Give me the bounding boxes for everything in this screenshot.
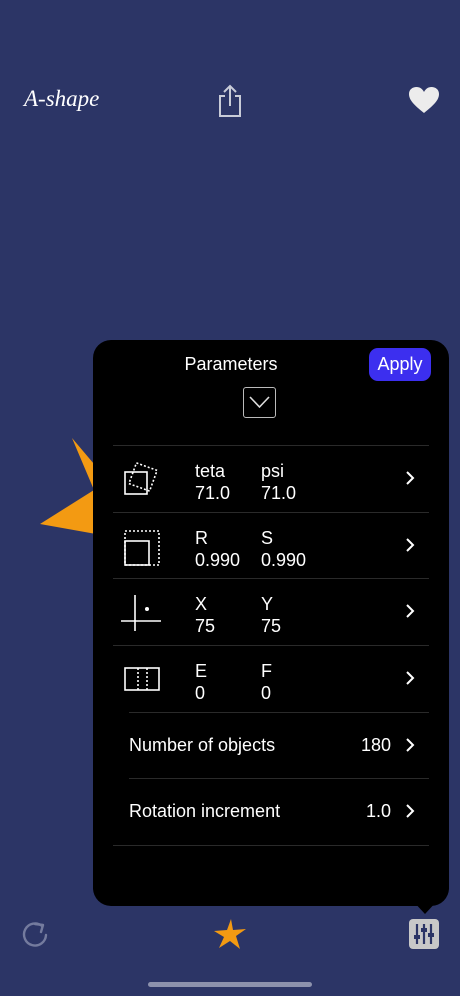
param-b-value: 71.0 [261, 483, 297, 503]
chevron-right-icon [406, 671, 415, 685]
setting-value: 1.0 [365, 801, 391, 821]
setting-label: Rotation increment [129, 801, 281, 821]
chevron-right-icon [406, 604, 415, 618]
split-rect-icon [124, 667, 160, 691]
param-a-label: X [195, 594, 208, 614]
divider [113, 845, 429, 846]
param-a: E 0 [195, 660, 207, 704]
param-b: S 0.990 [261, 527, 306, 571]
parameters-button[interactable] [409, 919, 439, 949]
apply-button[interactable]: Apply [369, 348, 431, 381]
param-b-label: psi [261, 461, 285, 481]
param-b: F 0 [261, 660, 272, 704]
panel-pointer [412, 900, 438, 914]
setting-label: Number of objects [129, 735, 276, 755]
setting-value: 180 [360, 735, 391, 755]
chevron-right-icon [406, 804, 415, 818]
star-icon[interactable] [213, 918, 247, 950]
collapse-button[interactable] [243, 387, 276, 418]
param-row-scale[interactable]: R 0.990 S 0.990 [113, 513, 429, 579]
param-b-label: F [261, 661, 272, 681]
param-a-label: teta [195, 461, 226, 481]
chevron-right-icon [406, 471, 415, 485]
param-b: psi 71.0 [261, 460, 296, 504]
rotation-squares-icon [124, 461, 159, 495]
param-a: X 75 [195, 593, 215, 637]
param-row-position[interactable]: X 75 Y 75 [113, 579, 429, 645]
axis-crosshair-icon [121, 595, 161, 631]
rotation-increment-row[interactable]: Rotation increment 1.0 [129, 779, 429, 845]
param-a: teta 71.0 [195, 460, 230, 504]
param-a-value: 75 [195, 616, 216, 636]
parameters-panel: Parameters Apply teta 71.0 psi 71.0 R 0.… [93, 340, 449, 906]
param-a-value: 71.0 [195, 483, 231, 503]
param-a-value: 0 [195, 683, 206, 703]
param-a-value: 0.990 [195, 550, 241, 570]
param-b-label: Y [261, 594, 274, 614]
param-b-label: S [261, 528, 274, 548]
refresh-icon[interactable] [20, 920, 50, 950]
chevron-right-icon [406, 738, 415, 752]
panel-title: Parameters [184, 354, 278, 374]
home-indicator [148, 982, 312, 987]
param-a: R 0.990 [195, 527, 240, 571]
sliders-icon [414, 924, 434, 944]
heart-icon[interactable] [408, 86, 440, 114]
app-title: A-shape [24, 86, 100, 111]
share-icon[interactable] [216, 84, 244, 118]
param-a-label: E [195, 661, 208, 681]
param-b: Y 75 [261, 593, 281, 637]
scale-square-icon [124, 530, 160, 566]
number-of-objects-row[interactable]: Number of objects 180 [129, 713, 429, 779]
chevron-right-icon [406, 538, 415, 552]
param-b-value: 75 [261, 616, 282, 636]
param-row-angles[interactable]: teta 71.0 psi 71.0 [113, 446, 429, 512]
param-a-label: R [195, 528, 208, 548]
chevron-down-icon [249, 396, 270, 409]
param-row-offset[interactable]: E 0 F 0 [113, 646, 429, 712]
param-b-value: 0.990 [261, 550, 307, 570]
param-b-value: 0 [261, 683, 272, 703]
